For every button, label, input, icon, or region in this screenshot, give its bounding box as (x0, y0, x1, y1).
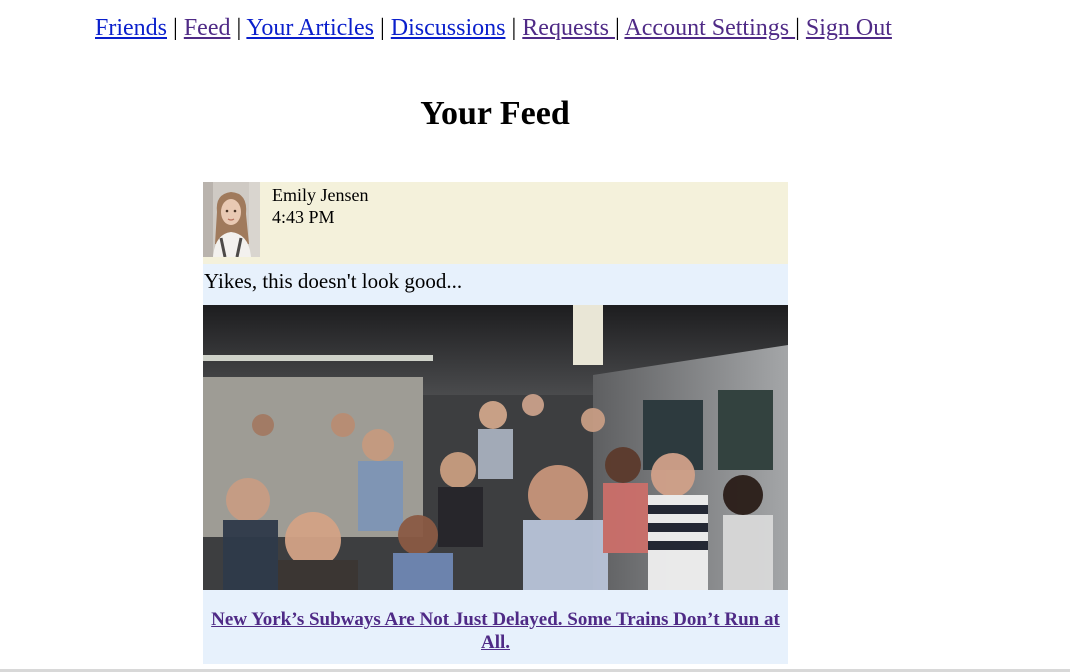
feed-post: Emily Jensen 4:43 PM Yikes, this doesn't… (203, 182, 788, 664)
avatar[interactable] (203, 182, 260, 257)
top-navigation: Friends | Feed | Your Articles | Discuss… (95, 12, 892, 44)
page-title: Your Feed (420, 95, 570, 132)
nav-link-account-settings[interactable]: Account Settings (624, 15, 795, 41)
nav-separator: | (614, 15, 625, 41)
nav-separator: | (795, 15, 806, 41)
post-text: Yikes, this doesn't look good... (204, 269, 463, 293)
nav-link-sign-out[interactable]: Sign Out (806, 15, 892, 41)
post-author-name[interactable]: Emily Jensen (272, 184, 369, 206)
nav-link-friends[interactable]: Friends (95, 15, 167, 41)
nav-link-discussions[interactable]: Discussions (391, 15, 506, 41)
article-image[interactable] (203, 305, 788, 590)
crowded-subway-photo-icon (203, 305, 788, 590)
post-body: Yikes, this doesn't look good... New Yor… (203, 264, 788, 664)
nav-link-feed[interactable]: Feed (184, 15, 231, 41)
nav-link-requests[interactable]: Requests (522, 15, 615, 41)
post-timestamp: 4:43 PM (272, 207, 335, 227)
nav-separator: | (173, 15, 184, 41)
avatar-photo-icon (203, 182, 260, 257)
nav-link-your-articles[interactable]: Your Articles (246, 15, 374, 41)
nav-separator: | (236, 15, 247, 41)
nav-separator: | (511, 15, 523, 41)
article-link[interactable]: New York’s Subways Are Not Just Delayed.… (211, 609, 780, 653)
nav-separator: | (379, 15, 391, 41)
page: Friends | Feed | Your Articles | Discuss… (0, 0, 1070, 672)
article-link-container: New York’s Subways Are Not Just Delayed.… (203, 590, 788, 664)
post-header: Emily Jensen 4:43 PM (203, 182, 788, 264)
